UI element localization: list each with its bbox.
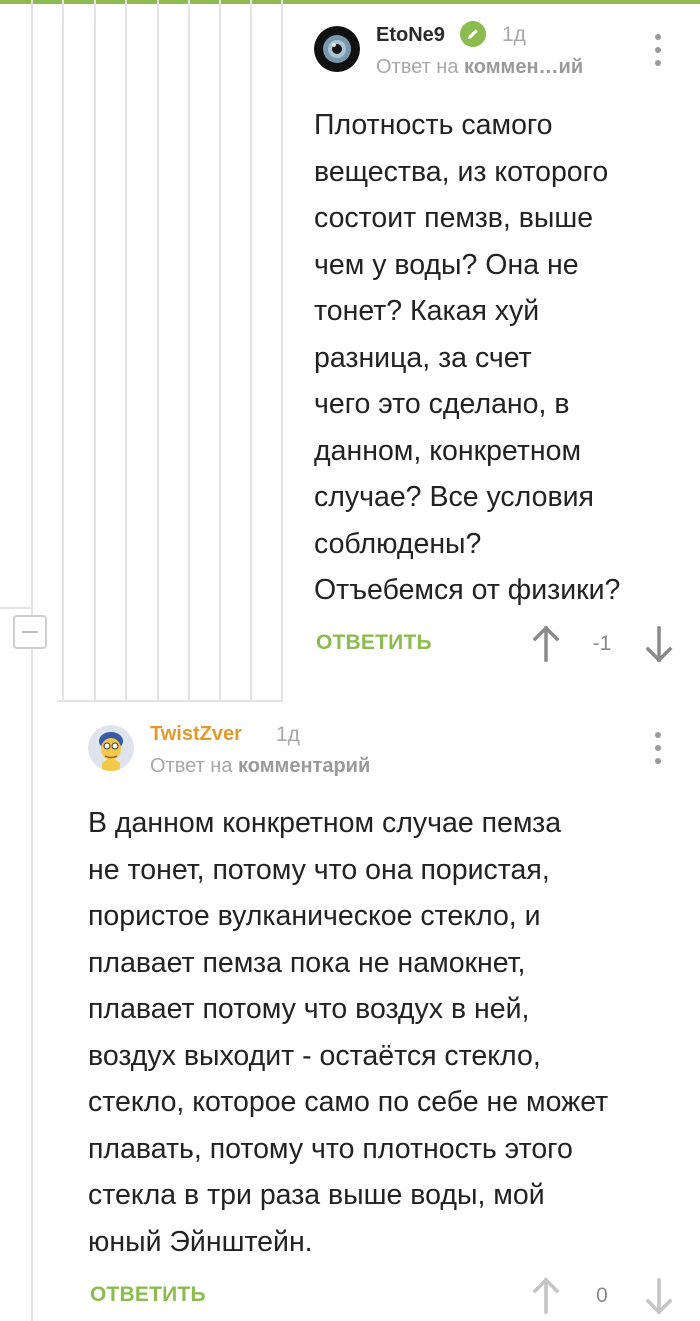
thread-line[interactable] — [219, 0, 221, 700]
reply-target-link[interactable]: комментарий — [238, 755, 370, 777]
reply-button[interactable]: ОТВЕТИТЬ — [90, 1283, 206, 1307]
thread-line[interactable] — [94, 0, 96, 700]
body-line: разница, за счет — [314, 341, 532, 374]
body-line: стекло, которое само по себе не может — [88, 1086, 609, 1118]
arrow-down-icon[interactable] — [644, 1276, 674, 1316]
body-line: Отъебемся от физики? — [314, 574, 621, 606]
reply-button[interactable]: ОТВЕТИТЬ — [316, 631, 432, 655]
comment-body: Плотность самого вещества, из которого с… — [314, 102, 620, 614]
body-line: соблюдены? — [314, 527, 482, 560]
body-line: В данном конкретном случае пемза — [88, 807, 562, 839]
body-line: не тонет, потому что она пористая, — [88, 853, 550, 886]
body-line: воздух выходит - остаётся стекло, — [88, 1039, 541, 1072]
thread-line[interactable] — [157, 0, 159, 700]
body-line: плавает потому что воздух в ней, — [88, 993, 530, 1025]
thread-line[interactable] — [31, 0, 33, 1321]
thread-line[interactable] — [250, 0, 252, 700]
body-line: пористое вулканическое стекло, и — [88, 900, 541, 932]
comment-time: 1д — [276, 723, 300, 746]
reply-to-line: Ответ на коммен…ий — [376, 56, 583, 79]
body-line: стекла в три раза выше воды, мой — [88, 1179, 545, 1211]
body-line: состоит пемзв, выше — [314, 202, 594, 234]
body-line: тонет? Какая хуй — [314, 295, 540, 327]
arrow-down-icon[interactable] — [644, 624, 674, 664]
body-line: плавать, потому что плотность этого — [88, 1132, 573, 1165]
rating-value: 0 — [596, 1284, 608, 1307]
body-line: плавает пемза пока не намокнет, — [88, 946, 526, 979]
body-line: данном, конкретном — [314, 434, 582, 467]
top-accent-bar — [0, 0, 700, 4]
reply-target-link[interactable]: коммен…ий — [464, 56, 583, 78]
reply-to-line: Ответ на комментарий — [150, 755, 370, 778]
more-vertical-icon[interactable] — [648, 728, 668, 768]
avatar[interactable] — [88, 725, 134, 771]
thread-line[interactable] — [188, 0, 190, 700]
avatar[interactable] — [314, 26, 360, 72]
thread-branch-line — [0, 607, 31, 609]
arrow-up-icon[interactable] — [531, 1276, 561, 1316]
thread-line[interactable] — [281, 0, 283, 700]
body-line: вещества, из которого — [314, 155, 609, 188]
reply-prefix: Ответ на — [150, 755, 233, 777]
collapse-thread-button[interactable] — [13, 615, 47, 649]
thread-line[interactable] — [125, 0, 127, 700]
author-name[interactable]: TwistZver — [150, 723, 242, 746]
comment-time: 1д — [502, 23, 526, 46]
thread-branch-line — [57, 700, 283, 702]
body-line: чего это сделано, в — [314, 388, 570, 420]
body-line: Плотность самого — [314, 109, 553, 141]
reply-prefix: Ответ на — [376, 56, 459, 78]
body-line: чем у воды? Она не — [314, 248, 579, 281]
thread-line[interactable] — [62, 0, 64, 700]
comment-body: В данном конкретном случае пемза не тоне… — [88, 800, 608, 1265]
more-vertical-icon[interactable] — [648, 30, 668, 70]
body-line: юный Эйнштейн. — [88, 1225, 313, 1258]
pencil-icon — [460, 21, 486, 47]
rating-value: -1 — [592, 632, 612, 655]
author-name[interactable]: EtoNe9 — [376, 24, 445, 47]
body-line: случае? Все условия — [314, 481, 594, 513]
arrow-up-icon[interactable] — [531, 624, 561, 664]
